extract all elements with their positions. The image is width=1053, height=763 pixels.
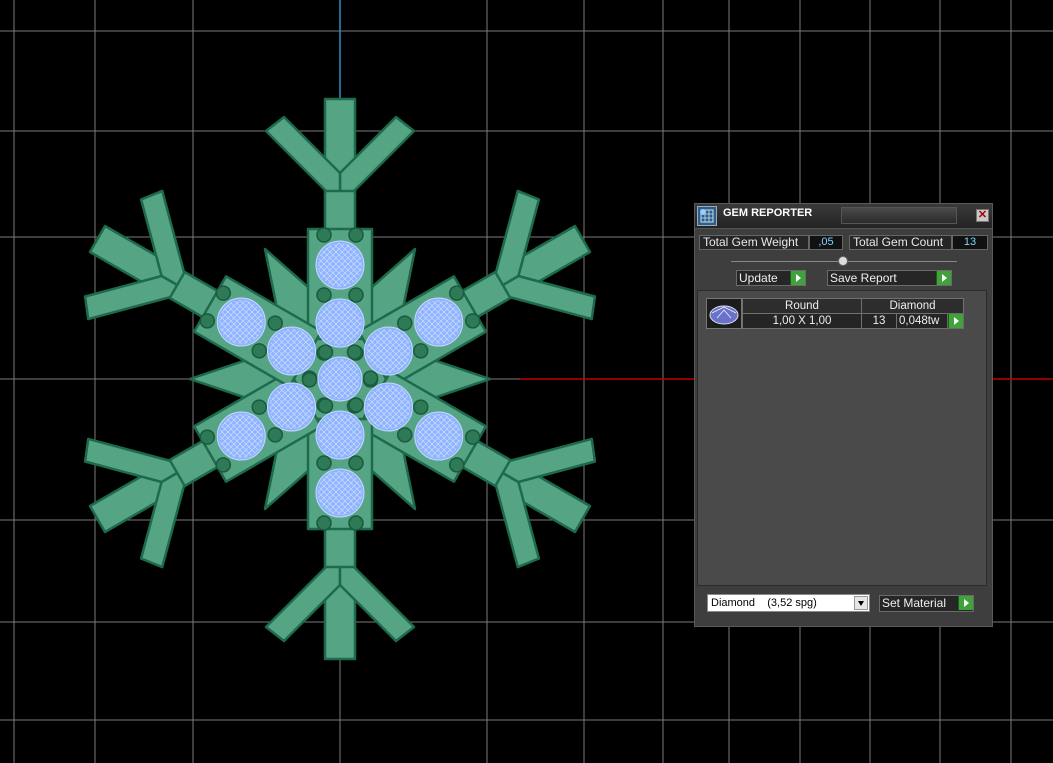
- gem-prong: [199, 313, 216, 329]
- gem-prong: [215, 457, 232, 473]
- gem-prong: [348, 227, 364, 243]
- gem-weight-cell[interactable]: 0,048tw: [896, 313, 948, 329]
- gem-prong: [412, 399, 429, 415]
- gem-prong: [348, 397, 364, 413]
- total-gem-weight-value: ,05: [809, 235, 843, 250]
- update-button-label: Update: [739, 271, 778, 285]
- gem-size-cell[interactable]: 1,00 X 1,00: [742, 313, 862, 329]
- arm-gem: [414, 411, 464, 461]
- gem-prong: [362, 370, 379, 386]
- arm-gem: [315, 410, 365, 460]
- gem-prong: [396, 315, 413, 331]
- set-material-button-label: Set Material: [882, 596, 947, 610]
- gem-prong: [301, 372, 318, 388]
- gem-list[interactable]: Round Diamond 1,00 X 1,00 13 0,048tw: [697, 290, 987, 586]
- arm-gem: [315, 240, 365, 290]
- gem-prong: [346, 344, 363, 360]
- arm-gem: [315, 298, 365, 348]
- play-arrow-icon: [958, 596, 973, 610]
- material-select-value: Diamond (3,52 spg): [711, 597, 817, 609]
- chevron-down-icon[interactable]: [854, 596, 868, 610]
- gem-prong: [317, 344, 334, 360]
- gem-prong: [267, 427, 284, 443]
- gem-prong: [316, 227, 332, 243]
- save-report-button-label: Save Report: [830, 271, 897, 285]
- gem-prong: [316, 287, 332, 303]
- arm-gem: [216, 411, 266, 461]
- gem-prong: [316, 455, 332, 471]
- update-button[interactable]: Update: [736, 270, 806, 286]
- gem-reporter-panel: GEM REPORTER ✕ Total Gem Weight ,05 Tota…: [694, 203, 993, 627]
- gem-prong: [464, 313, 481, 329]
- gem-prong: [448, 457, 465, 473]
- gem-prong: [267, 315, 284, 331]
- panel-splitter-handle[interactable]: [838, 256, 848, 266]
- arm-gem: [363, 382, 413, 432]
- gem-row-action-button[interactable]: [947, 313, 964, 329]
- gem-prong: [396, 427, 413, 443]
- total-gem-count-value: 13: [952, 235, 988, 250]
- play-arrow-icon: [790, 271, 805, 285]
- gem-count-cell[interactable]: 13: [861, 313, 897, 329]
- gem-prong: [348, 515, 364, 531]
- arm-gem: [267, 382, 317, 432]
- panel-title-bar[interactable]: GEM REPORTER ✕: [695, 204, 992, 229]
- gem-prong: [317, 398, 334, 414]
- arm-gem: [363, 326, 413, 376]
- set-material-button[interactable]: Set Material: [879, 595, 974, 612]
- gem-prong: [251, 343, 268, 359]
- gem-prong: [464, 429, 481, 445]
- title-grip[interactable]: [841, 207, 957, 224]
- total-gem-count-label: Total Gem Count: [849, 235, 952, 250]
- arm-gem: [216, 297, 266, 347]
- gem-prong: [215, 285, 232, 301]
- arm-gem: [414, 297, 464, 347]
- gem-prong: [251, 399, 268, 415]
- gem-prong: [316, 515, 332, 531]
- play-arrow-icon: [948, 314, 963, 328]
- gem-material-header: Diamond: [861, 298, 964, 314]
- gem-prong: [199, 429, 216, 445]
- gem-prong: [348, 455, 364, 471]
- arm-gem: [267, 326, 317, 376]
- gem-prong: [412, 343, 429, 359]
- material-select[interactable]: Diamond (3,52 spg): [707, 594, 870, 612]
- gem-reporter-icon: [697, 206, 717, 226]
- save-report-button[interactable]: Save Report: [827, 270, 952, 286]
- panel-title: GEM REPORTER: [723, 207, 813, 219]
- center-gem: [317, 356, 363, 402]
- gem-prong: [448, 285, 465, 301]
- arm-gem: [315, 468, 365, 518]
- close-icon[interactable]: ✕: [976, 209, 989, 222]
- gem-shape-header: Round: [742, 298, 862, 314]
- round-gem-icon: [706, 298, 742, 329]
- gem-prong: [348, 287, 364, 303]
- total-gem-weight-label: Total Gem Weight: [699, 235, 809, 250]
- play-arrow-icon: [936, 271, 951, 285]
